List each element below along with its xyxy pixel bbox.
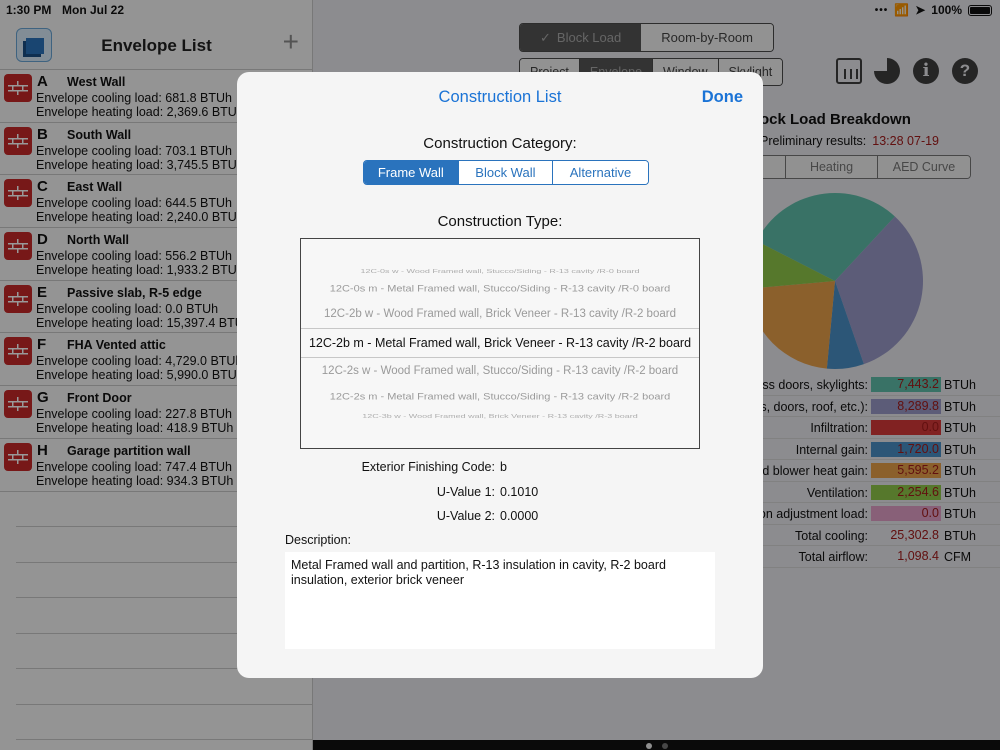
category-segment[interactable]: Frame Wall Block Wall Alternative: [363, 160, 649, 185]
picker-item[interactable]: 12C-2s m - Metal Framed wall, Stucco/Sid…: [301, 392, 699, 402]
u-value-1-value: 0.1010: [500, 485, 539, 499]
picker-item[interactable]: 12C-2s w - Wood Framed wall, Stucco/Sidi…: [301, 365, 699, 377]
picker-item[interactable]: 12C-2b w - Wood Framed wall, Brick Venee…: [301, 308, 699, 320]
picker-selection-line: [301, 357, 699, 358]
description-text[interactable]: Metal Framed wall and partition, R-13 in…: [285, 552, 715, 649]
category-label: Construction Category:: [423, 135, 577, 152]
exterior-code-label: Exterior Finishing Code:: [361, 460, 495, 474]
exterior-code-value: b: [500, 460, 507, 474]
u-value-1-label: U-Value 1:: [436, 485, 495, 499]
picker-item[interactable]: 12C-0s m - Metal Framed wall, Stucco/Sid…: [301, 284, 699, 294]
construction-type-picker[interactable]: 12C-0s w - Wood Framed wall, Stucco/Sidi…: [300, 238, 700, 449]
u-value-2-label: U-Value 2:: [436, 509, 495, 523]
picker-fade-top: [301, 239, 699, 279]
category-frame-wall[interactable]: Frame Wall: [364, 161, 459, 184]
picker-selection-line: [301, 328, 699, 329]
category-block-wall[interactable]: Block Wall: [458, 161, 554, 184]
done-button[interactable]: Done: [702, 88, 743, 107]
description-label: Description:: [285, 533, 351, 547]
type-label: Construction Type:: [437, 213, 563, 230]
construction-list-modal: Construction List Done Construction Cate…: [237, 72, 763, 678]
picker-fade-bottom: [301, 408, 699, 448]
picker-item-selected[interactable]: 12C-2b m - Metal Framed wall, Brick Vene…: [301, 336, 699, 350]
u-value-2-value: 0.0000: [500, 509, 539, 523]
modal-title: Construction List: [438, 88, 562, 106]
category-alternative[interactable]: Alternative: [553, 161, 648, 184]
